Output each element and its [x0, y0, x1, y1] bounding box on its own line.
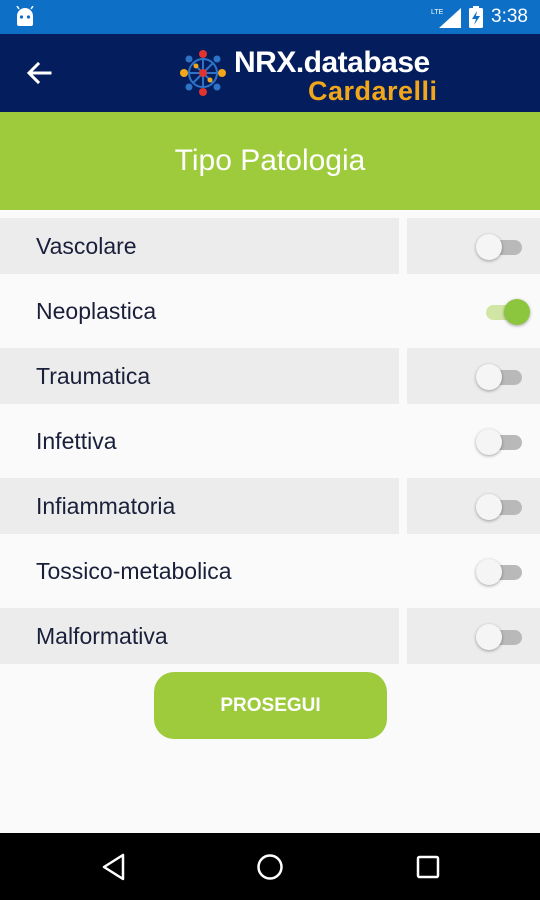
pathology-list: Vascolare Neoplastica Traumatica Infetti… — [0, 218, 540, 673]
android-debug-icon — [16, 6, 34, 26]
list-item-label: Neoplastica — [36, 297, 157, 324]
list-item: Tossico-metabolica — [0, 543, 540, 608]
app-logo: NRX.database Cardarelli — [178, 42, 463, 106]
list-item-label: Traumatica — [0, 348, 399, 404]
nav-home-button[interactable] — [250, 847, 290, 887]
toggle-switch[interactable] — [476, 559, 526, 585]
list-item: Vascolare — [0, 218, 540, 283]
back-button[interactable] — [22, 56, 56, 90]
list-item: Infettiva — [0, 413, 540, 478]
page-title: Tipo Patologia — [174, 144, 366, 177]
nav-recents-button[interactable] — [408, 847, 448, 887]
list-item-label: Vascolare — [0, 218, 399, 274]
list-item: Neoplastica — [0, 283, 540, 348]
status-clock: 3:38 — [491, 6, 528, 27]
toggle-switch[interactable] — [476, 429, 526, 455]
logo-subtitle: Cardarelli — [308, 76, 438, 106]
nav-back-button[interactable] — [94, 847, 134, 887]
logo-title: NRX.database — [234, 46, 430, 79]
list-item-label: Tossico-metabolica — [36, 557, 232, 584]
molecule-logo-icon — [180, 50, 226, 96]
toggle-switch[interactable] — [476, 624, 526, 650]
arrow-left-icon — [26, 61, 52, 85]
list-item-label: Malformativa — [0, 608, 399, 664]
section-header: Tipo Patologia — [0, 112, 540, 210]
list-item: Malformativa — [0, 608, 540, 673]
proceed-button[interactable]: PROSEGUI — [154, 672, 387, 739]
list-item-label: Infiammatoria — [0, 478, 399, 534]
battery-charging-icon — [469, 6, 484, 28]
proceed-button-label: PROSEGUI — [220, 694, 321, 716]
svg-text:LTE: LTE — [431, 9, 444, 16]
list-item-label: Infettiva — [36, 427, 117, 454]
home-circle-icon — [257, 854, 283, 880]
recents-square-icon — [416, 855, 440, 879]
back-triangle-icon — [102, 853, 125, 881]
lte-signal-icon: LTE — [431, 8, 462, 28]
toggle-switch[interactable] — [476, 299, 530, 325]
toggle-switch[interactable] — [476, 494, 526, 520]
toggle-switch[interactable] — [476, 364, 526, 390]
list-item: Infiammatoria — [0, 478, 540, 543]
app-bar: NRX.database Cardarelli — [0, 34, 540, 112]
list-item: Traumatica — [0, 348, 540, 413]
system-nav-bar — [0, 833, 540, 900]
toggle-switch[interactable] — [476, 234, 526, 260]
status-bar: LTE 3:38 — [0, 0, 540, 34]
